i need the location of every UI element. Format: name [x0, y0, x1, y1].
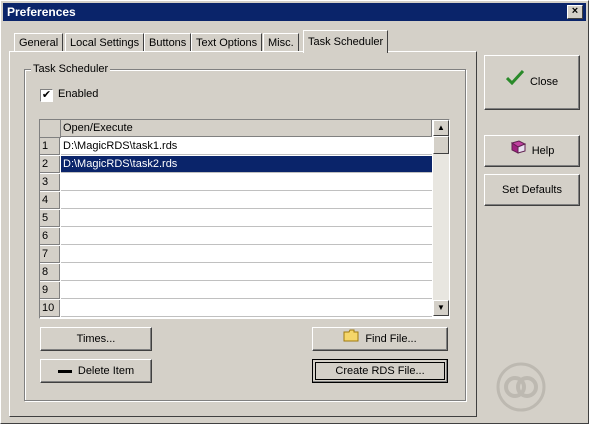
scroll-down-button[interactable]: ▼ [433, 300, 449, 316]
title-bar[interactable]: Preferences × [3, 3, 586, 21]
row-number[interactable]: 8 [40, 264, 60, 281]
row-number[interactable]: 4 [40, 192, 60, 209]
scroll-up-button[interactable]: ▲ [433, 120, 449, 136]
minus-icon [57, 360, 72, 382]
tab-task-scheduler[interactable]: Task Scheduler [303, 30, 389, 53]
delete-item-button[interactable]: Delete Item [40, 359, 152, 383]
row-number[interactable]: 5 [40, 210, 60, 227]
row-number[interactable]: 10 [40, 300, 60, 317]
table-row-cell[interactable] [61, 300, 432, 317]
task-grid[interactable]: Open/Execute 1 D:\MagicRDS\task1.rds 2 D… [39, 119, 450, 319]
scroll-thumb[interactable] [433, 136, 449, 154]
row-number[interactable]: 1 [40, 138, 60, 155]
tab-text-options[interactable]: Text Options [191, 33, 263, 52]
folder-icon [343, 328, 359, 350]
help-button[interactable]: Help [484, 135, 580, 167]
logo-icon [495, 361, 547, 413]
table-row-cell[interactable] [61, 264, 432, 281]
close-button[interactable]: Close [484, 55, 580, 110]
tab-buttons[interactable]: Buttons [144, 33, 192, 52]
table-row-cell[interactable] [61, 192, 432, 209]
grid-corner-header [40, 120, 61, 138]
row-number[interactable]: 6 [40, 228, 60, 245]
set-defaults-label: Set Defaults [502, 184, 562, 197]
vertical-scrollbar[interactable]: ▲ ▼ [433, 120, 449, 316]
window-title: Preferences [7, 5, 76, 19]
table-row-cell[interactable]: D:\MagicRDS\task1.rds [61, 138, 432, 155]
table-row-cell[interactable] [61, 174, 432, 191]
table-row-cell[interactable] [61, 282, 432, 299]
create-rds-file-label: Create RDS File... [335, 365, 425, 378]
row-number[interactable]: 2 [40, 156, 60, 173]
enabled-label[interactable]: Enabled [58, 88, 98, 100]
delete-item-label: Delete Item [77, 365, 135, 378]
table-row-cell[interactable] [61, 246, 432, 263]
times-button[interactable]: Times... [40, 327, 152, 351]
times-button-label: Times... [76, 333, 116, 346]
preferences-window: Preferences × General Local Settings But… [0, 0, 589, 424]
help-button-label: Help [531, 145, 555, 158]
row-number[interactable]: 7 [40, 246, 60, 263]
table-row-cell-selected[interactable]: D:\MagicRDS\task2.rds [61, 156, 432, 173]
create-rds-file-button[interactable]: Create RDS File... [312, 359, 448, 383]
row-number[interactable]: 9 [40, 282, 60, 299]
window-close-button[interactable]: × [567, 5, 583, 19]
enabled-checkbox[interactable]: ✔ [40, 89, 53, 102]
tab-general[interactable]: General [14, 33, 64, 52]
find-file-label: Find File... [365, 333, 417, 346]
checkmark-icon [505, 56, 525, 109]
tab-misc[interactable]: Misc. [263, 33, 299, 52]
set-defaults-button[interactable]: Set Defaults [484, 174, 580, 206]
book-icon [510, 136, 526, 166]
row-number[interactable]: 3 [40, 174, 60, 191]
close-button-label: Close [529, 76, 559, 88]
tab-local-settings[interactable]: Local Settings [65, 33, 145, 52]
column-header-open-execute[interactable]: Open/Execute [61, 120, 432, 137]
table-row-cell[interactable] [61, 228, 432, 245]
group-label: Task Scheduler [31, 63, 111, 75]
table-row-cell[interactable] [61, 210, 432, 227]
find-file-button[interactable]: Find File... [312, 327, 448, 351]
